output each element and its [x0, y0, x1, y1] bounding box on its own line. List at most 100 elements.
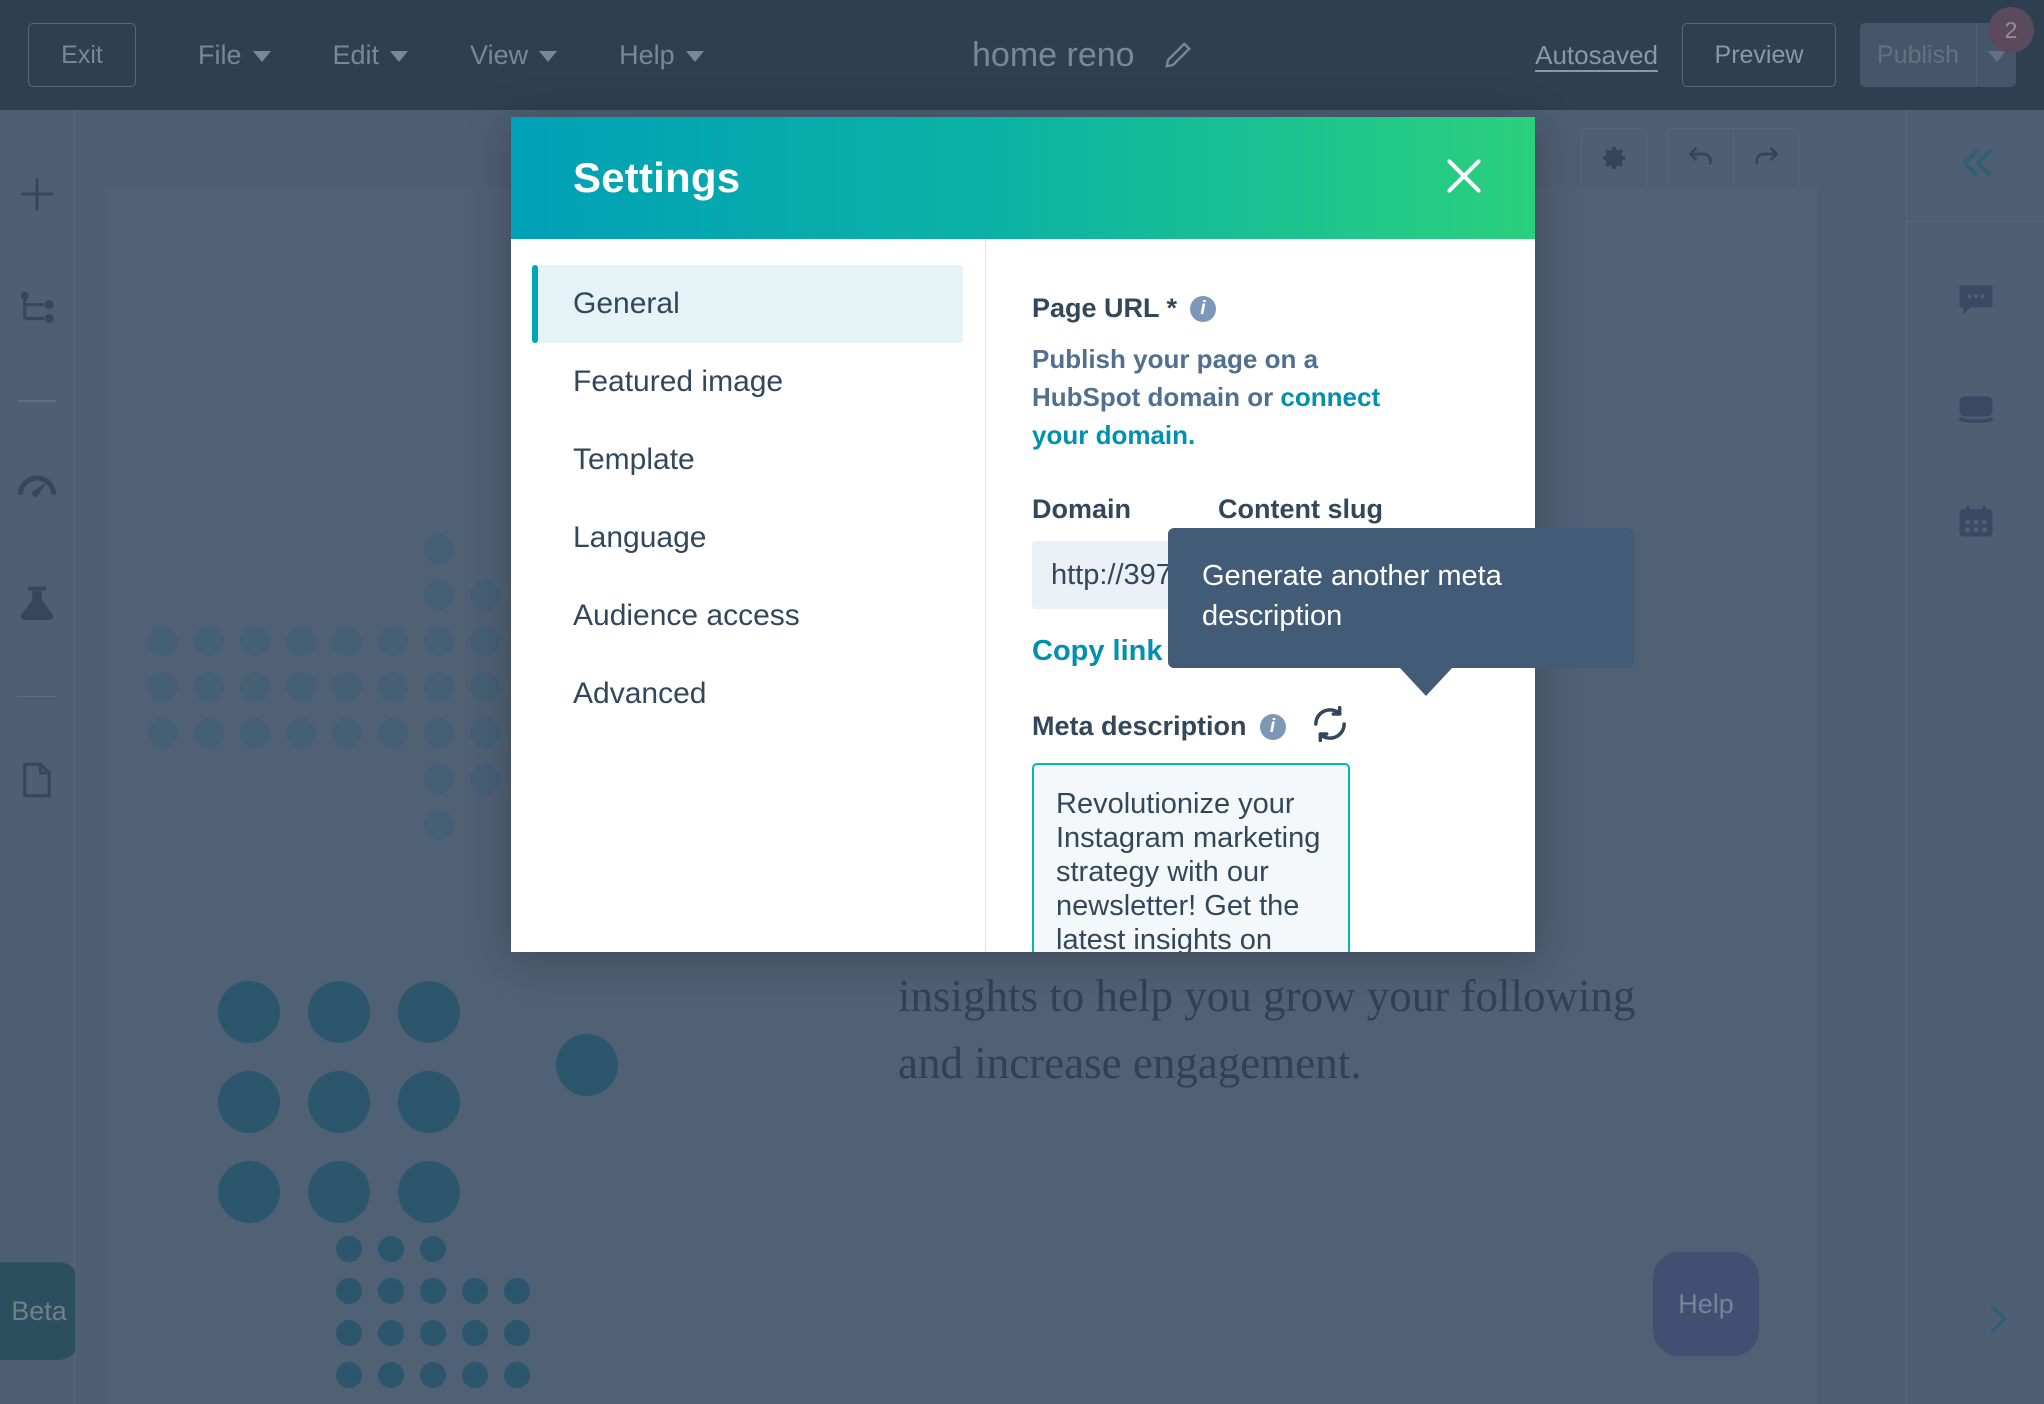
content-tree-icon[interactable] [16, 287, 58, 334]
autosaved-status[interactable]: Autosaved [1535, 40, 1658, 71]
nav-item-label: Audience access [573, 599, 800, 632]
decorative-dot [470, 672, 500, 702]
decorative-dot [378, 672, 408, 702]
decorative-dot [398, 1161, 460, 1223]
content-slug-heading: Content slug [1218, 494, 1383, 524]
regenerate-meta-description-button[interactable] [1310, 704, 1350, 749]
close-icon[interactable] [1439, 151, 1489, 206]
nav-item-general[interactable]: General [532, 265, 963, 343]
decorative-dot [420, 1320, 446, 1346]
decorative-dot [470, 764, 500, 794]
notification-badge[interactable]: 2 [1988, 7, 2034, 53]
meta-description-label: Meta description [1032, 711, 1247, 741]
decorative-dot [424, 534, 454, 564]
info-icon[interactable]: i [1259, 713, 1286, 740]
nav-item-label: Language [573, 521, 707, 554]
decorative-dot [398, 1071, 460, 1133]
decorative-dot [420, 1362, 446, 1388]
decorative-dot [240, 672, 270, 702]
page-url-label: Page URL * [1032, 293, 1178, 323]
nav-item-advanced[interactable]: Advanced [533, 655, 963, 733]
chevron-right-icon [1978, 1305, 2018, 1343]
decorative-dot [462, 1320, 488, 1346]
beta-badge-label: Beta [11, 1295, 67, 1326]
body-line: insights to help you grow your following [898, 971, 1636, 1021]
menu-file-label: File [198, 39, 242, 70]
chevron-down-icon [252, 51, 271, 62]
decorative-dot [286, 626, 316, 656]
undo-arrow-icon [1685, 142, 1717, 179]
chevron-double-left-icon [1953, 140, 1999, 191]
decorative-dot [148, 672, 178, 702]
menu-help[interactable]: Help [619, 40, 704, 71]
top-navigation-bar: Exit File Edit View Help home reno Autos… [0, 0, 2044, 110]
modal-title: Settings [573, 154, 741, 201]
preview-button-label: Preview [1714, 40, 1804, 69]
page-document-icon[interactable] [16, 759, 58, 806]
chevron-down-icon [1987, 51, 2006, 62]
decorative-dot [378, 626, 408, 656]
publish-button[interactable]: Publish [1860, 23, 1976, 87]
decorative-dot [240, 718, 270, 748]
nav-item-label: General [573, 287, 680, 320]
canvas-settings-button[interactable] [1581, 128, 1647, 192]
undo-redo-group [1667, 128, 1799, 192]
optimize-gauge-icon[interactable] [14, 464, 60, 515]
tooltip-text: Generate another meta description [1202, 560, 1502, 632]
nav-item-label: Template [573, 443, 695, 476]
decorative-dot [378, 1362, 404, 1388]
menu-file[interactable]: File [198, 40, 271, 71]
decorative-dot [308, 1161, 370, 1223]
copy-link-label: Copy link [1032, 635, 1163, 667]
decorative-dot [556, 1034, 618, 1096]
comment-icon[interactable] [1954, 278, 1998, 327]
page-title: home reno [972, 35, 1135, 74]
help-button[interactable]: Help [1653, 1252, 1759, 1356]
decorative-dot [470, 580, 500, 610]
decorative-dot [148, 718, 178, 748]
info-icon[interactable]: i [1190, 295, 1217, 322]
collapse-panel-button[interactable] [1907, 110, 2044, 222]
refresh-icon [1310, 705, 1350, 748]
topbar-actions: Autosaved Preview Publish 2 [1535, 0, 2034, 110]
decorative-dot [332, 718, 362, 748]
meta-description-label-row: Meta description i [1032, 704, 1350, 749]
decorative-dot [424, 718, 454, 748]
preview-button[interactable]: Preview [1682, 23, 1836, 87]
meta-description-value: Revolutionize your Instagram marketing s… [1056, 788, 1321, 952]
nav-item-featured-image[interactable]: Featured image [533, 343, 963, 421]
undo-button[interactable] [1667, 128, 1733, 192]
publish-button-group[interactable]: Publish 2 [1860, 7, 2034, 87]
decorative-dot [398, 981, 460, 1043]
add-module-icon[interactable] [15, 172, 59, 221]
card-stack-icon[interactable] [1954, 389, 1998, 438]
expand-panel-button[interactable] [1978, 1299, 2018, 1344]
decorative-dot [420, 1278, 446, 1304]
decorative-dot [470, 718, 500, 748]
nav-item-label: Advanced [573, 677, 707, 710]
decorative-dot [424, 810, 454, 840]
decorative-dot [378, 1278, 404, 1304]
nav-item-template[interactable]: Template [533, 421, 963, 499]
redo-button[interactable] [1733, 128, 1799, 192]
meta-description-textarea[interactable]: Revolutionize your Instagram marketing s… [1032, 763, 1350, 952]
decorative-dot [286, 718, 316, 748]
decorative-dot [336, 1320, 362, 1346]
beta-badge[interactable]: Beta [0, 1262, 80, 1360]
decorative-dot [424, 626, 454, 656]
decorative-dot [332, 626, 362, 656]
chevron-down-icon [685, 51, 704, 62]
exit-button-label: Exit [61, 40, 103, 69]
decorative-dot [194, 672, 224, 702]
nav-item-audience-access[interactable]: Audience access [533, 577, 963, 655]
pencil-icon[interactable] [1163, 40, 1193, 70]
decorative-dot [194, 718, 224, 748]
calendar-icon[interactable] [1954, 500, 1998, 549]
ab-test-flask-icon[interactable] [15, 581, 59, 630]
nav-item-language[interactable]: Language [533, 499, 963, 577]
decorative-dot [470, 626, 500, 656]
menu-view[interactable]: View [470, 40, 558, 71]
exit-button[interactable]: Exit [28, 23, 136, 87]
decorative-dot [218, 1161, 280, 1223]
menu-edit[interactable]: Edit [333, 40, 409, 71]
